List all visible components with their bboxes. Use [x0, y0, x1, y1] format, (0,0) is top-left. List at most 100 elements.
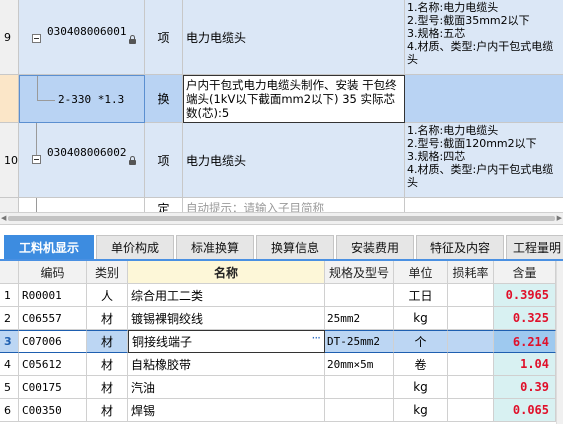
item-list-grid: 9 030408006001 项 电力电缆头 1.名称:电力电缆头 2.型号:截… — [0, 0, 563, 212]
row-number: 6 — [0, 399, 19, 422]
row-number: 5 — [0, 376, 19, 399]
table-row-selected[interactable]: 3 C07006 材 铜接线端子 ··· DT-25mm2 个 6.214 — [0, 330, 563, 353]
resource-category[interactable]: 材 — [87, 307, 128, 330]
tab-standard-conversion[interactable]: 标准换算 — [176, 235, 254, 259]
item-name[interactable]: 电力电缆头 — [183, 123, 405, 198]
resource-code[interactable]: C05612 — [19, 353, 87, 376]
resource-spec[interactable]: DT-25mm2 — [325, 330, 394, 353]
quota-code-cell[interactable]: 2-330 *1.3 — [19, 75, 145, 123]
resource-name[interactable]: 镀锡裸铜绞线 — [128, 307, 325, 330]
row-number: 1 — [0, 284, 19, 307]
row-number: 4 — [0, 353, 19, 376]
grid-header: 编码 类别 名称 规格及型号 单位 损耗率 含量 — [0, 261, 563, 284]
collapse-icon[interactable] — [32, 155, 41, 164]
item-type: 项 — [145, 0, 183, 75]
item-features[interactable]: 1.名称:电力电缆头 2.型号:截面120mm2以下 3.规格:四芯 4.材质、… — [405, 123, 563, 198]
row-number: 2 — [0, 307, 19, 330]
resource-spec[interactable] — [325, 376, 394, 399]
quota-code: 2-330 *1.3 — [58, 93, 125, 106]
resource-unit[interactable]: kg — [394, 376, 448, 399]
resource-category[interactable]: 材 — [87, 376, 128, 399]
quota-type: 定 — [145, 198, 183, 212]
item-code-cell[interactable]: 030408006001 — [19, 0, 145, 75]
resource-unit[interactable]: 卷 — [394, 353, 448, 376]
resource-code[interactable]: C00350 — [19, 399, 87, 422]
resource-spec[interactable] — [325, 399, 394, 422]
header-unit[interactable]: 单位 — [394, 261, 448, 284]
table-row[interactable]: 4 C05612 材 自粘橡胶带 20mm×5m 卷 1.04 — [0, 353, 563, 376]
resource-name[interactable]: 综合用工二类 — [128, 284, 325, 307]
header-quantity[interactable]: 含量 — [494, 261, 556, 284]
resource-category[interactable]: 材 — [87, 330, 128, 353]
horizontal-scrollbar[interactable]: ◀ ▶ — [0, 212, 563, 225]
detail-tabs: 工料机显示 单价构成 标准换算 换算信息 安装费用 特征及内容 工程量明 — [0, 226, 563, 261]
item-code: 030408006002 — [47, 146, 127, 159]
header-loss-rate[interactable]: 损耗率 — [448, 261, 494, 284]
item-type: 项 — [145, 123, 183, 198]
header-code[interactable]: 编码 — [19, 261, 87, 284]
tab-quantity-detail[interactable]: 工程量明 — [506, 235, 563, 259]
item-row[interactable]: 9 030408006001 项 电力电缆头 1.名称:电力电缆头 2.型号:截… — [0, 0, 563, 75]
resource-spec[interactable] — [325, 284, 394, 307]
resource-unit[interactable]: 个 — [394, 330, 448, 353]
tab-features-content[interactable]: 特征及内容 — [416, 235, 504, 259]
vertical-scrollbar[interactable] — [556, 261, 563, 424]
quota-name-editor[interactable]: 户内干包式电力电缆头制作、安装 干包终端头(1kV以下截面mm2以下) 35 实… — [183, 75, 405, 123]
table-row[interactable]: 1 R00001 人 综合用工二类 工日 0.3965 — [0, 284, 563, 307]
lock-icon — [129, 35, 136, 44]
resource-unit[interactable]: 工日 — [394, 284, 448, 307]
resource-grid: 编码 类别 名称 规格及型号 单位 损耗率 含量 1 R00001 人 综合用工… — [0, 261, 563, 424]
resource-spec[interactable]: 20mm×5m — [325, 353, 394, 376]
table-row[interactable]: 6 C00350 材 焊锡 kg 0.065 — [0, 399, 563, 422]
resource-category[interactable]: 材 — [87, 399, 128, 422]
resource-code[interactable]: C07006 — [19, 330, 87, 353]
tab-resource-display[interactable]: 工料机显示 — [4, 235, 94, 259]
resource-category[interactable]: 人 — [87, 284, 128, 307]
resource-code[interactable]: C00175 — [19, 376, 87, 399]
more-options-icon[interactable]: ··· — [312, 331, 322, 345]
quota-features[interactable] — [405, 75, 563, 123]
table-row[interactable]: 5 C00175 材 汽油 kg 0.39 — [0, 376, 563, 399]
resource-quantity[interactable]: 6.214 — [494, 330, 556, 353]
resource-quantity[interactable]: 0.325 — [494, 307, 556, 330]
resource-quantity[interactable]: 0.3965 — [494, 284, 556, 307]
resource-quantity[interactable]: 1.04 — [494, 353, 556, 376]
resource-category[interactable]: 材 — [87, 353, 128, 376]
resource-loss-rate[interactable] — [448, 284, 494, 307]
resource-unit[interactable]: kg — [394, 399, 448, 422]
resource-quantity[interactable]: 0.39 — [494, 376, 556, 399]
table-row[interactable]: 2 C06557 材 镀锡裸铜绞线 25mm2 kg 0.325 — [0, 307, 563, 330]
header-category[interactable]: 类别 — [87, 261, 128, 284]
resource-name[interactable]: 汽油 — [128, 376, 325, 399]
collapse-icon[interactable] — [32, 34, 41, 43]
resource-name[interactable]: 自粘橡胶带 — [128, 353, 325, 376]
resource-name[interactable]: 焊锡 — [128, 399, 325, 422]
header-spec[interactable]: 规格及型号 — [325, 261, 394, 284]
resource-spec[interactable]: 25mm2 — [325, 307, 394, 330]
item-name[interactable]: 电力电缆头 — [183, 0, 405, 75]
tab-conversion-info[interactable]: 换算信息 — [256, 235, 334, 259]
resource-name-editor[interactable]: 铜接线端子 ··· — [128, 330, 325, 353]
quota-row[interactable]: 2-330 *1.3 换 户内干包式电力电缆头制作、安装 干包终端头(1kV以下… — [0, 75, 563, 123]
resource-quantity[interactable]: 0.065 — [494, 399, 556, 422]
scrollbar-thumb[interactable] — [8, 216, 555, 221]
resource-code[interactable]: R00001 — [19, 284, 87, 307]
item-code: 030408006001 — [47, 25, 127, 38]
tab-install-fees[interactable]: 安装费用 — [336, 235, 414, 259]
resource-loss-rate[interactable] — [448, 353, 494, 376]
tab-unit-price[interactable]: 单价构成 — [96, 235, 174, 259]
scroll-left-icon[interactable]: ◀ — [1, 215, 6, 222]
item-code-cell[interactable]: 030408006002 — [19, 123, 145, 198]
new-quota-row[interactable]: 定 自动提示：请输入子目简称 — [0, 198, 563, 212]
item-row[interactable]: 10 030408006002 项 电力电缆头 1.名称:电力电缆头 2.型号:… — [0, 123, 563, 198]
scroll-right-icon[interactable]: ▶ — [557, 215, 562, 222]
resource-loss-rate[interactable] — [448, 399, 494, 422]
item-features[interactable]: 1.名称:电力电缆头 2.型号:截面35mm2以下 3.规格:五芯 4.材质、类… — [405, 0, 563, 75]
quota-input-hint[interactable]: 自动提示：请输入子目简称 — [183, 198, 405, 212]
resource-loss-rate[interactable] — [448, 376, 494, 399]
resource-code[interactable]: C06557 — [19, 307, 87, 330]
resource-loss-rate[interactable] — [448, 307, 494, 330]
header-name[interactable]: 名称 — [128, 261, 325, 284]
resource-loss-rate[interactable] — [448, 330, 494, 353]
resource-unit[interactable]: kg — [394, 307, 448, 330]
